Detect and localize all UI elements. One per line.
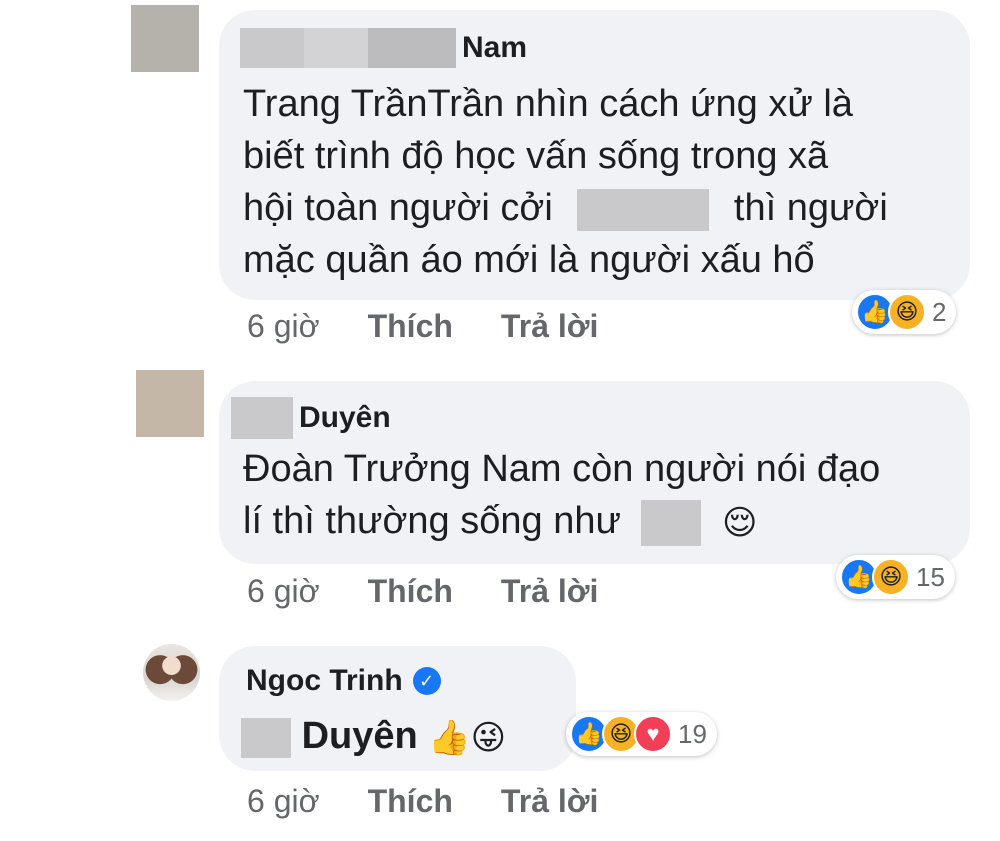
comment-timestamp[interactable]: 6 giờ: [247, 783, 320, 820]
comment-text: Trang TrầnTrần nhìn cách ứng xử là biết …: [243, 78, 888, 286]
redacted-word: [577, 188, 710, 231]
author-name: Duyên: [299, 401, 391, 434]
comment-fragment: lí thì thường sống như: [243, 500, 621, 542]
reply-button[interactable]: Trả lời: [501, 573, 598, 610]
thumbs-up-wink-emoji: 👍😜: [428, 718, 507, 757]
like-button[interactable]: Thích: [368, 783, 453, 820]
reply-button[interactable]: Trả lời: [501, 783, 598, 820]
reaction-summary[interactable]: 👍 😆 2: [852, 290, 957, 334]
author-name: Nam: [462, 31, 528, 64]
verified-badge-icon: ✓: [412, 667, 441, 695]
comment-text: Duyên 👍😜: [241, 710, 506, 764]
like-button[interactable]: Thích: [368, 573, 453, 610]
redacted-name: [304, 28, 368, 68]
author-name: Ngoc Trinh: [246, 664, 403, 697]
comment-line: lí thì thường sống như 😌: [243, 495, 880, 549]
mention-name[interactable]: Duyên: [302, 715, 418, 757]
comment-fragment: thì người: [733, 187, 888, 229]
comment-line: biết trình độ học vấn sống trong xã: [243, 135, 829, 177]
comment-actions: 6 giờ Thích Trả lời: [247, 308, 598, 345]
redacted-word: [241, 717, 291, 758]
comment-actions: 6 giờ Thích Trả lời: [247, 783, 598, 820]
love-icon: ♥: [634, 715, 672, 753]
redacted-name: [231, 397, 293, 439]
reply-button[interactable]: Trả lời: [501, 308, 598, 345]
comment-author[interactable]: Ngoc Trinh ✓: [246, 664, 441, 698]
comment-bubble: Ngoc Trinh ✓ Duyên 👍😜: [219, 646, 576, 771]
comment-timestamp[interactable]: 6 giờ: [247, 573, 320, 610]
comment-line: Trang TrầnTrần nhìn cách ứng xử là: [243, 83, 853, 125]
reaction-summary[interactable]: 👍 😆 15: [836, 555, 955, 599]
redacted-name: [368, 28, 456, 68]
comment-bubble: Nam Trang TrầnTrần nhìn cách ứng xử là b…: [219, 10, 970, 300]
reaction-count: 19: [678, 718, 707, 749]
comment-author[interactable]: Nam: [240, 28, 527, 68]
comment-actions: 6 giờ Thích Trả lời: [247, 573, 598, 610]
comment-fragment: hội toàn người cởi: [243, 187, 553, 229]
like-button[interactable]: Thích: [368, 308, 453, 345]
haha-icon: 😆: [888, 293, 926, 331]
comment-author[interactable]: Duyên: [231, 397, 391, 439]
reaction-summary[interactable]: 👍 😆 ♥ 19: [566, 712, 717, 756]
relieved-emoji: 😌: [722, 503, 758, 542]
commenter-avatar[interactable]: [143, 644, 200, 701]
commenter-avatar[interactable]: [131, 5, 199, 72]
comment-bubble: Duyên Đoàn Trưởng Nam còn người nói đạo …: [219, 381, 970, 564]
comment-line: Đoàn Trưởng Nam còn người nói đạo: [243, 448, 881, 490]
commenter-avatar[interactable]: [136, 370, 204, 437]
haha-icon: 😆: [872, 558, 910, 596]
comment-text: Đoàn Trưởng Nam còn người nói đạo lí thì…: [243, 443, 880, 549]
comment-line: mặc quần áo mới là người xấu hổ: [243, 239, 815, 281]
reaction-count: 2: [932, 296, 947, 327]
reaction-count: 15: [916, 561, 945, 592]
comment-timestamp[interactable]: 6 giờ: [247, 308, 320, 345]
redacted-word: [641, 499, 702, 546]
redacted-name: [240, 28, 304, 68]
comment-line: hội toàn người cởi thì người: [243, 182, 888, 234]
